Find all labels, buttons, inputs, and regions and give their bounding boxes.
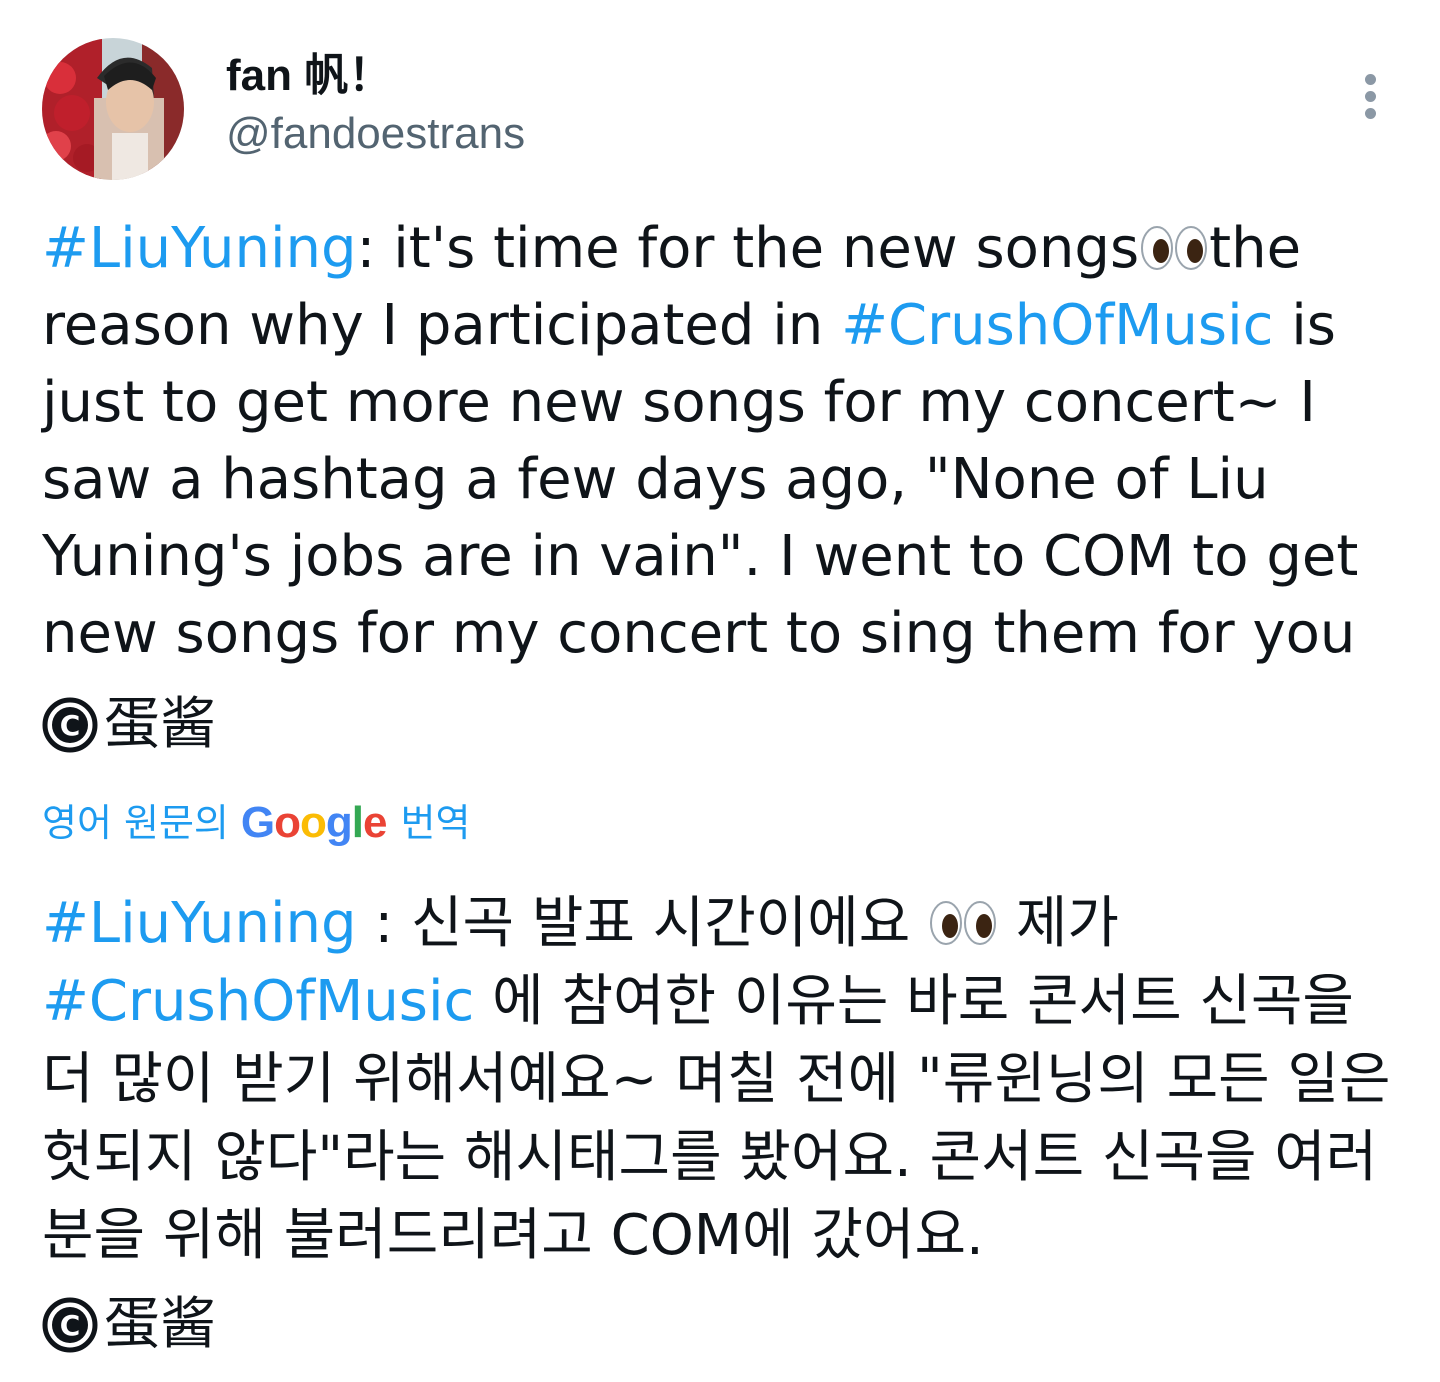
translate-prefix: 영어 원문의	[42, 801, 229, 845]
copyright-icon: C	[42, 697, 98, 753]
display-name[interactable]: fan 帆！	[226, 48, 525, 104]
author-names: fan 帆！ @fandoestrans	[226, 48, 525, 164]
translated-hashtag-crushofmusic[interactable]: #CrushOfMusic	[42, 969, 474, 1034]
translate-link[interactable]: 영어 원문의 Google 번역	[42, 795, 470, 851]
more-options-button[interactable]	[1342, 68, 1398, 124]
translated-text-part-2: 제가	[998, 891, 1119, 956]
translated-credit-text: 蛋酱	[104, 1292, 216, 1357]
more-vertical-icon	[1364, 73, 1376, 85]
copyright-icon-2: C	[42, 1297, 98, 1353]
translated-hashtag-liuyuning[interactable]: #LiuYuning	[42, 891, 357, 956]
more-vertical-icon-dot-3	[1364, 107, 1376, 119]
svg-text:C: C	[60, 1309, 81, 1342]
credit-text: 蛋酱	[104, 692, 216, 757]
translate-suffix: 번역	[400, 801, 471, 845]
tweet-text-part-1: : it's time for the new songs	[356, 216, 1140, 281]
user-handle[interactable]: @fandoestrans	[226, 104, 525, 164]
translated-photo-credit: C 蛋酱	[42, 1290, 216, 1360]
translated-text: #LiuYuning : 신곡 발표 시간이에요 제가 #CrushOfMusi…	[42, 885, 1412, 1275]
photo-credit: C 蛋酱	[42, 690, 216, 760]
avatar[interactable]	[42, 38, 184, 180]
avatar-image	[42, 38, 184, 180]
tweet-text: #LiuYuning: it's time for the new songs t…	[42, 210, 1402, 672]
translated-text-part-1: : 신곡 발표 시간이에요	[356, 891, 929, 956]
translated-eyes-emoji	[930, 901, 997, 945]
tweet-header: fan 帆！ @fandoestrans	[42, 38, 1398, 180]
hashtag-crushofmusic[interactable]: #CrushOfMusic	[841, 293, 1273, 358]
eyes-emoji	[1141, 226, 1208, 270]
svg-text:C: C	[60, 709, 81, 742]
more-vertical-icon-dot-2	[1364, 90, 1376, 102]
hashtag-liuyuning[interactable]: #LiuYuning	[42, 216, 357, 281]
google-logo: Google	[240, 798, 388, 847]
